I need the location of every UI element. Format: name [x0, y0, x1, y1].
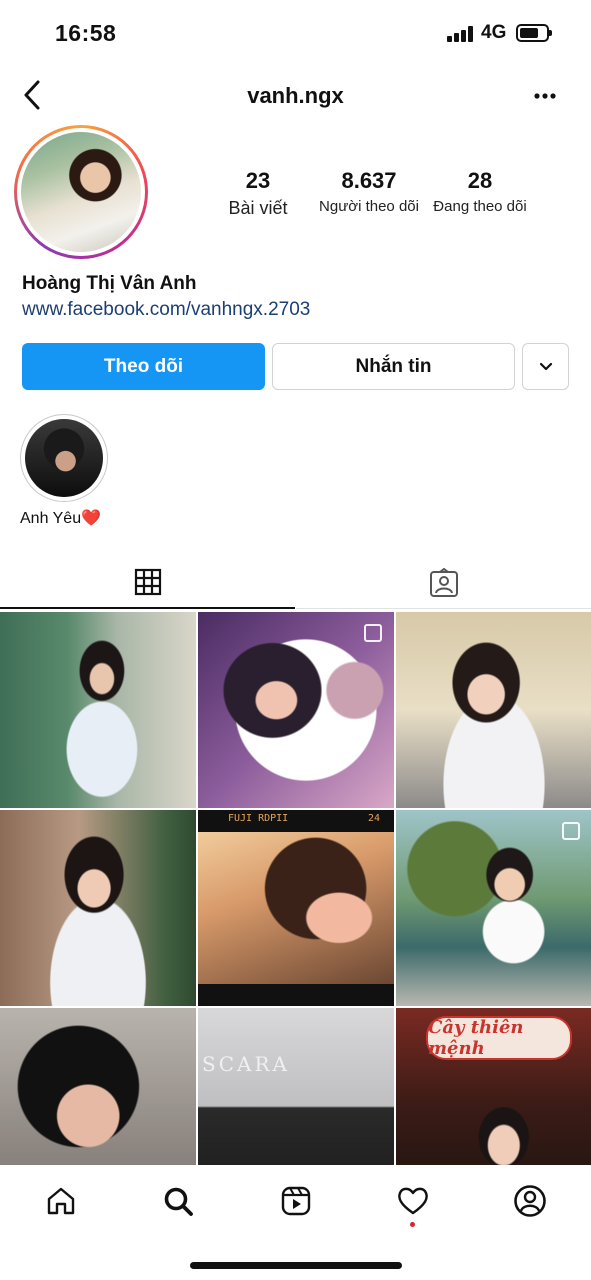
post-tile[interactable] [396, 810, 591, 1006]
notification-dot [410, 1222, 415, 1227]
message-button[interactable]: Nhắn tin [272, 343, 515, 390]
posts-count: 23 [245, 168, 271, 193]
post-tile[interactable] [0, 612, 196, 808]
profile-tabs [0, 557, 591, 609]
home-icon [47, 1187, 75, 1215]
tab-tagged[interactable] [296, 557, 591, 609]
profile-link[interactable]: www.facebook.com/vanhngx.2703 [22, 299, 310, 321]
profile-full-name: Hoàng Thị Vân Anh [22, 273, 197, 294]
storefront-sign: SCARA [202, 1052, 290, 1076]
story-highlight[interactable]: Anh Yêu❤️ [20, 414, 108, 528]
post-tile[interactable]: FUJI RDPII 24 [198, 810, 394, 1006]
highlight-label: Anh Yêu❤️ [20, 510, 102, 527]
nav-search[interactable] [148, 1181, 208, 1221]
tagged-icon [429, 567, 458, 597]
heart-emoji: ❤️ [81, 510, 102, 527]
ellipsis-icon[interactable] [530, 82, 560, 110]
stat-followers[interactable]: 8.637 Người theo dõi [312, 168, 426, 215]
battery-icon [516, 24, 552, 42]
chevron-down-icon [539, 362, 552, 370]
post-tile[interactable] [198, 612, 394, 808]
film-label-right: 24 [368, 813, 381, 824]
nav-reels[interactable] [266, 1181, 326, 1221]
network-type: 4G [481, 22, 507, 43]
profile-icon [514, 1185, 546, 1217]
home-indicator [190, 1262, 402, 1269]
film-strip-bottom [198, 984, 394, 1006]
highlight-cover [25, 419, 103, 497]
nav-profile[interactable] [500, 1181, 560, 1221]
post-tile[interactable] [396, 612, 591, 808]
stat-following[interactable]: 28 Đang theo dõi [428, 168, 532, 215]
followers-label: Người theo dõi [319, 198, 419, 215]
nav-activity[interactable] [383, 1181, 443, 1221]
posts-label: Bài viết [228, 198, 288, 218]
following-label: Đang theo dõi [433, 198, 527, 215]
stat-posts[interactable]: 23 Bài viết [212, 168, 304, 219]
film-strip-top: FUJI RDPII 24 [198, 810, 394, 832]
grid-icon [134, 568, 161, 596]
tab-posts-grid[interactable] [0, 557, 295, 609]
status-time: 16:58 [55, 20, 117, 46]
heart-icon [398, 1187, 428, 1215]
film-label-left: FUJI RDPII [228, 813, 289, 824]
profile-header: vanh.ngx [0, 66, 591, 126]
profile-avatar[interactable] [14, 125, 148, 259]
status-bar: 16:58 4G [0, 0, 591, 66]
multiple-photos-icon [562, 822, 580, 840]
suggested-dropdown-button[interactable] [522, 343, 569, 390]
reels-icon [281, 1186, 311, 1216]
followers-count: 8.637 [341, 168, 397, 193]
search-icon [164, 1187, 193, 1216]
header-username: vanh.ngx [247, 83, 344, 108]
post-tile[interactable] [0, 810, 196, 1006]
multiple-photos-icon [364, 624, 382, 642]
following-count: 28 [467, 168, 493, 193]
signal-icon [447, 26, 475, 42]
avatar-photo [21, 132, 141, 252]
shop-sign: Cây thiên mệnh [426, 1016, 572, 1060]
follow-button[interactable]: Theo dõi [22, 343, 265, 390]
bottom-nav [0, 1165, 591, 1280]
nav-home[interactable] [31, 1181, 91, 1221]
